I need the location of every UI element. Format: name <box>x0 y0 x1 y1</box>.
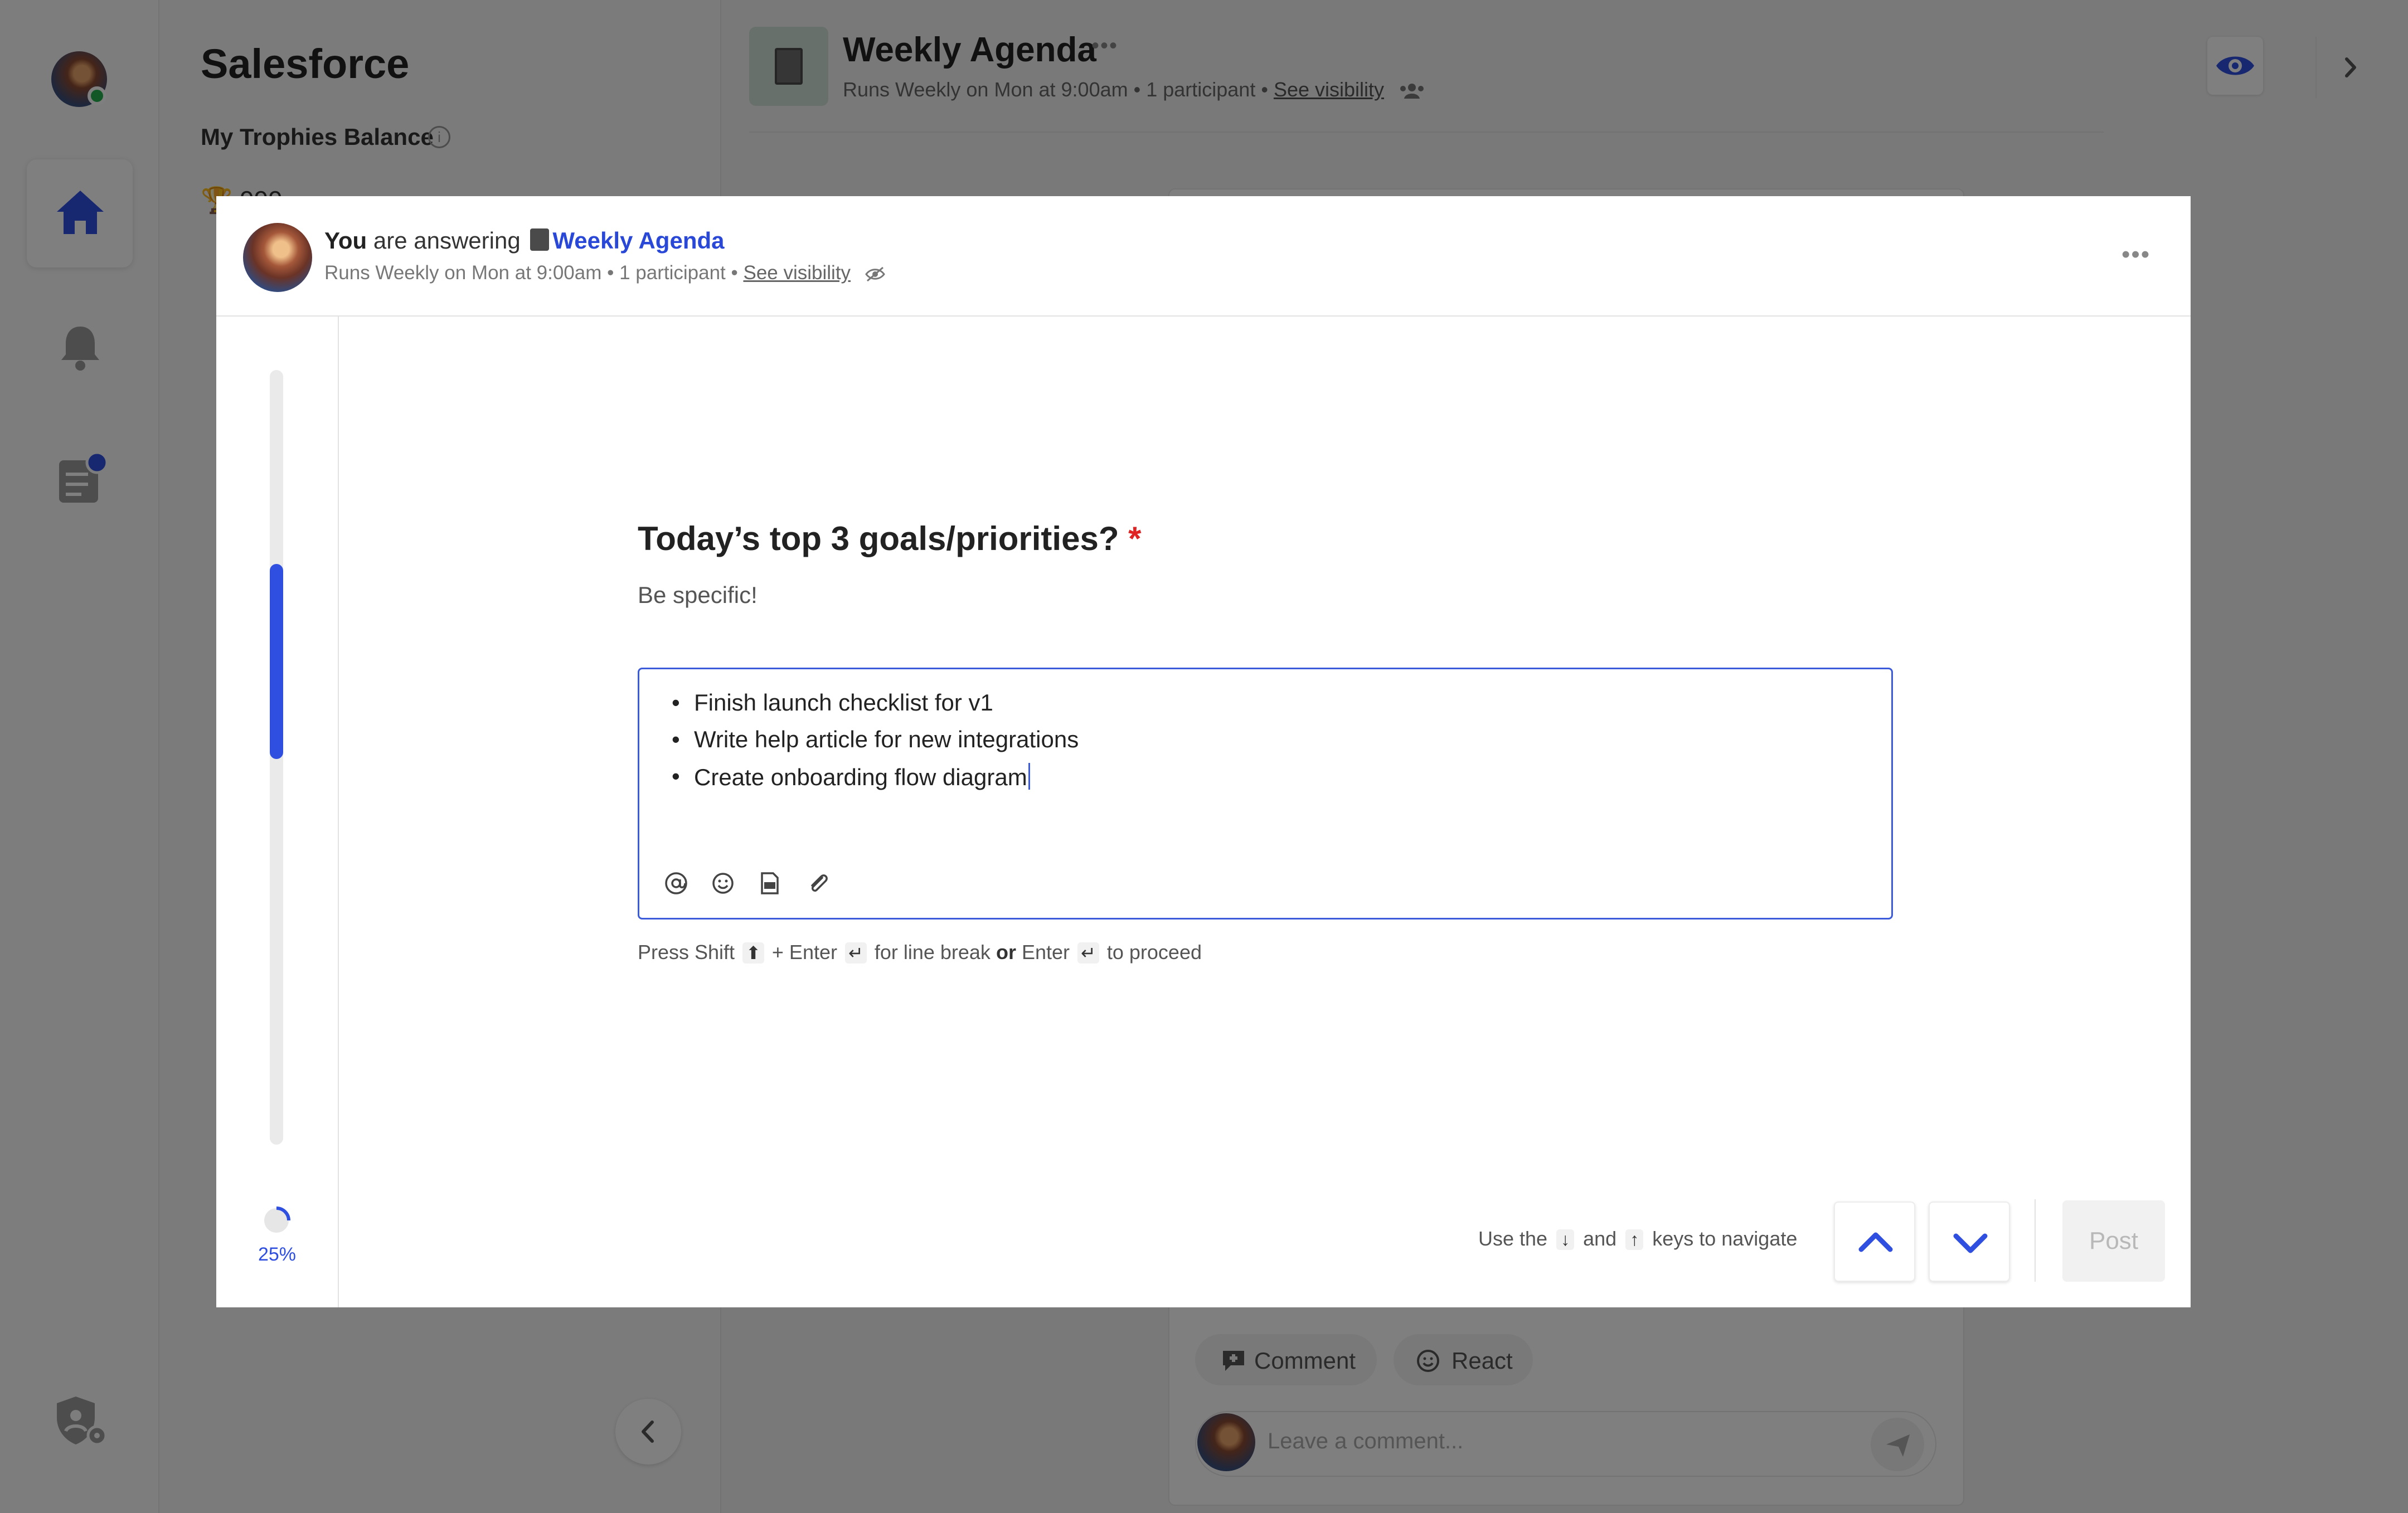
question-title: Today’s top 3 goals/priorities? * <box>638 520 1142 557</box>
question-subtitle: Be specific! <box>638 582 758 608</box>
attachment-icon[interactable] <box>804 870 831 897</box>
checkin-link[interactable]: Weekly Agenda <box>552 227 724 254</box>
required-mark: * <box>1128 520 1142 557</box>
post-button[interactable]: Post <box>2062 1200 2165 1282</box>
mention-icon[interactable] <box>663 870 690 897</box>
modal-meta: Runs Weekly on Mon at 9:00am • 1 partici… <box>324 262 886 284</box>
action-divider <box>2035 1199 2036 1282</box>
arrow-down-key-icon: ↓ <box>1556 1229 1575 1250</box>
chevron-down-icon <box>1953 1233 1988 1253</box>
progress-percent: 25% <box>258 1244 297 1265</box>
text-caret <box>1028 763 1030 790</box>
answering-line: You are answering Weekly Agenda <box>324 227 725 254</box>
enter-key-icon: ↵ <box>845 942 867 964</box>
modal-see-visibility-link[interactable]: See visibility <box>743 262 851 284</box>
arrow-up-key-icon: ↑ <box>1625 1229 1644 1250</box>
modal-more-icon[interactable]: ••• <box>2121 241 2150 269</box>
chevron-up-icon <box>1858 1232 1893 1252</box>
gif-icon[interactable] <box>756 870 783 897</box>
modal-sidebar-divider <box>338 317 339 1307</box>
keyboard-hint: Press Shift ⬆ + Enter ↵ for line break o… <box>638 941 1202 964</box>
visibility-off-icon <box>865 266 885 282</box>
navigation-hint: Use the ↓ and ↑ keys to navigate <box>1478 1227 1798 1250</box>
answer-modal: You are answering Weekly Agenda Runs Wee… <box>216 196 2191 1307</box>
shift-key-icon: ⬆ <box>742 942 764 964</box>
progress-ring <box>262 1206 291 1235</box>
answer-editor[interactable]: • Finish launch checklist for v1 • Write h… <box>638 668 1893 920</box>
answerer-avatar <box>243 223 312 292</box>
next-question-button[interactable] <box>1929 1201 2010 1282</box>
modal-header-divider <box>216 315 2191 317</box>
enter-key-icon: ↵ <box>1077 942 1099 964</box>
previous-question-button[interactable] <box>1834 1201 1915 1282</box>
progress-fill <box>270 564 283 759</box>
checkin-book-icon <box>530 228 550 251</box>
emoji-icon[interactable] <box>710 870 736 897</box>
